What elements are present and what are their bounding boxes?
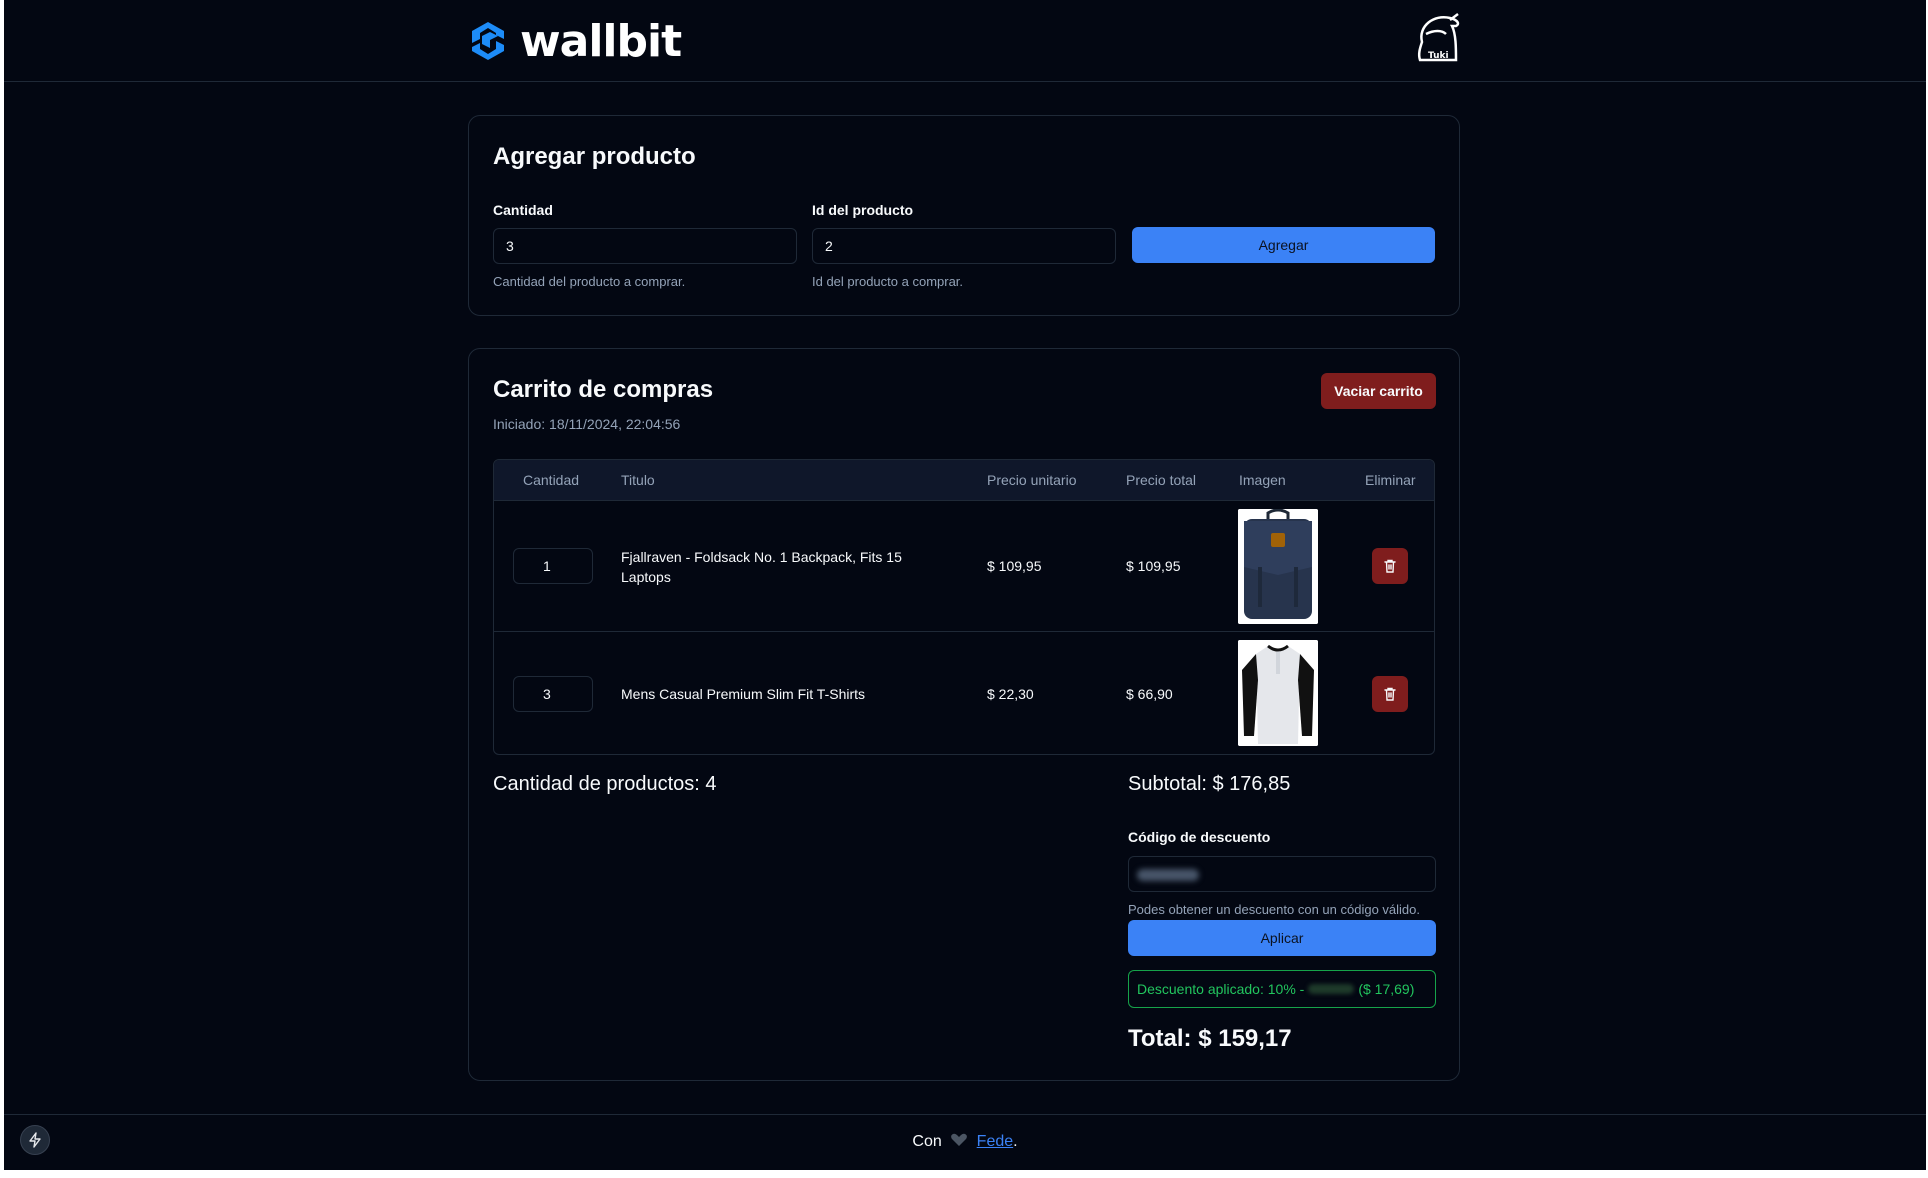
discount-applied-badge: Descuento aplicado: 10% - ($ 17,69) <box>1128 970 1436 1008</box>
svg-text:Tuki: Tuki <box>1428 51 1449 61</box>
product-id-input[interactable] <box>812 228 1116 264</box>
tuki-avatar-icon[interactable]: Tuki <box>1412 12 1464 68</box>
discount-code-label: Código de descuento <box>1128 829 1271 845</box>
footer-prefix: Con <box>912 1133 942 1150</box>
row-product-title: Mens Casual Premium Slim Fit T-Shirts <box>621 686 866 702</box>
author-link[interactable]: Fede <box>977 1133 1013 1150</box>
blurred-discount-code <box>1137 869 1199 881</box>
cart-total: Total: $ 159,17 <box>1128 1025 1292 1052</box>
quantity-help: Cantidad del producto a comprar. <box>493 274 686 289</box>
add-product-title: Agregar producto <box>493 143 696 170</box>
table-row: Mens Casual Premium Slim Fit T-Shirts $ … <box>494 632 1434 754</box>
apply-discount-button[interactable]: Aplicar <box>1128 920 1436 956</box>
column-header-title: Titulo <box>621 472 655 488</box>
tshirt-illustration <box>1238 640 1318 746</box>
product-count: Cantidad de productos: 4 <box>493 773 717 795</box>
footer: Con Fede. <box>4 1114 1926 1170</box>
wallbit-logo-icon <box>472 22 504 60</box>
quantity-label: Cantidad <box>493 202 553 218</box>
column-header-delete: Eliminar <box>1365 472 1416 488</box>
column-header-image: Imagen <box>1239 472 1286 488</box>
row-total-price: $ 109,95 <box>1126 558 1181 574</box>
row-product-title: Fjallraven - Foldsack No. 1 Backpack, Fi… <box>621 549 902 585</box>
shopping-cart-card: Carrito de compras Vaciar carrito Inicia… <box>468 348 1460 1081</box>
column-header-unit-price: Precio unitario <box>987 472 1077 488</box>
product-id-label: Id del producto <box>812 202 914 218</box>
delete-item-button[interactable] <box>1372 548 1408 584</box>
trash-icon <box>1384 687 1396 701</box>
row-quantity-input[interactable] <box>513 548 593 584</box>
trash-icon <box>1384 559 1396 573</box>
clear-cart-button[interactable]: Vaciar carrito <box>1321 373 1436 409</box>
blurred-discount-code <box>1308 984 1355 994</box>
backpack-illustration <box>1238 509 1318 624</box>
backpack-image <box>1238 509 1318 624</box>
heart-icon <box>951 1133 968 1146</box>
brand-name: wallbit <box>520 15 682 67</box>
discount-applied-amount: ($ 17,69) <box>1358 981 1415 997</box>
wallbit-logo[interactable]: wallbit <box>468 15 682 67</box>
row-quantity-input[interactable] <box>513 676 593 712</box>
header: wallbit Tuki <box>4 0 1926 82</box>
quantity-input[interactable] <box>493 228 797 264</box>
row-unit-price: $ 22,30 <box>987 686 1034 702</box>
cart-table: Cantidad Titulo Precio unitario Precio t… <box>493 459 1435 755</box>
row-total-price: $ 66,90 <box>1126 686 1173 702</box>
discount-applied-text: Descuento aplicado: 10% - <box>1137 981 1305 997</box>
add-product-card: Agregar producto Cantidad Cantidad del p… <box>468 115 1460 316</box>
column-header-quantity: Cantidad <box>523 472 580 488</box>
cart-table-header: Cantidad Titulo Precio unitario Precio t… <box>494 460 1434 501</box>
app-root: wallbit Tuki Agregar producto Cantidad C… <box>4 0 1926 1170</box>
row-unit-price: $ 109,95 <box>987 558 1042 574</box>
tshirt-image <box>1238 640 1318 746</box>
discount-help: Podes obtener un descuento con un código… <box>1128 902 1420 917</box>
product-id-help: Id del producto a comprar. <box>812 274 964 289</box>
table-row: Fjallraven - Foldsack No. 1 Backpack, Fi… <box>494 501 1434 632</box>
add-product-button[interactable]: Agregar <box>1132 227 1435 263</box>
subtotal: Subtotal: $ 176,85 <box>1128 773 1291 795</box>
footer-suffix: . <box>1013 1133 1018 1150</box>
discount-code-input[interactable] <box>1128 856 1436 892</box>
delete-item-button[interactable] <box>1372 676 1408 712</box>
cart-title: Carrito de compras <box>493 376 714 403</box>
footer-credits: Con Fede. <box>4 1133 1926 1151</box>
cart-started-timestamp: Iniciado: 18/11/2024, 22:04:56 <box>493 416 681 432</box>
column-header-total-price: Precio total <box>1126 472 1197 488</box>
